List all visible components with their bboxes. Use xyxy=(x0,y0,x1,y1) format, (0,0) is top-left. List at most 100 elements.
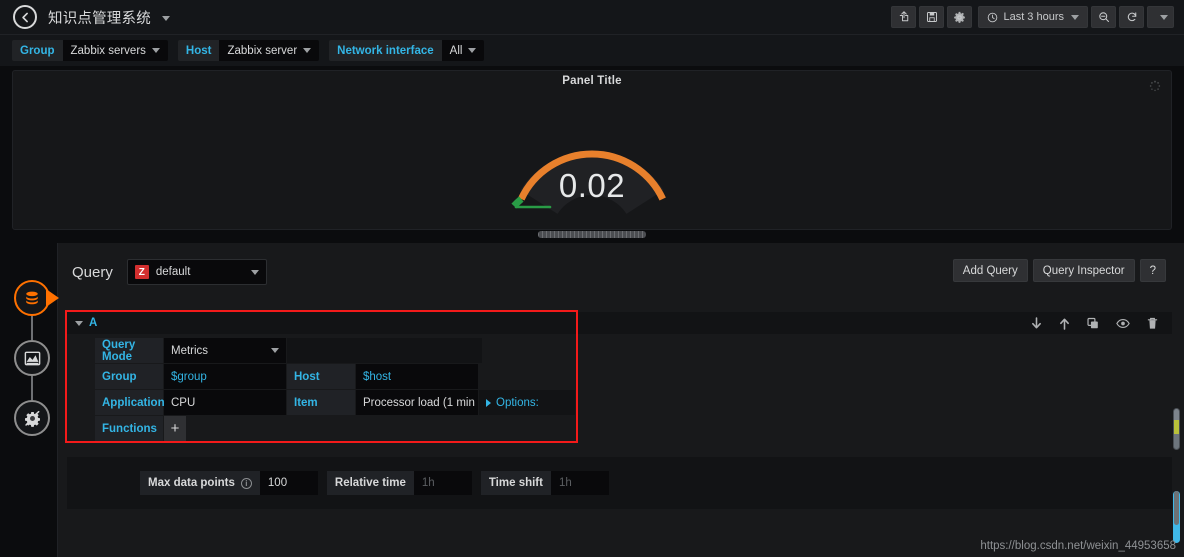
queries-tab[interactable] xyxy=(14,280,59,316)
dashboard-settings-button[interactable] xyxy=(947,6,973,28)
general-tab[interactable] xyxy=(14,400,50,436)
variable-group: Group Zabbix servers xyxy=(12,40,168,61)
move-query-down-button[interactable] xyxy=(1031,316,1042,330)
arrow-left-circle-icon xyxy=(21,12,28,22)
variable-picker-group[interactable]: Zabbix servers xyxy=(62,40,168,61)
gear-cog-icon xyxy=(24,410,40,427)
variable-picker-host[interactable]: Zabbix server xyxy=(219,40,320,61)
time-shift-input[interactable]: 1h xyxy=(550,471,609,495)
panel-resize-handle[interactable] xyxy=(538,231,646,238)
visualization-tab[interactable] xyxy=(14,340,50,376)
query-options-fields: Max data points i 100 Relative time 1h T… xyxy=(140,471,609,495)
chevron-down-icon[interactable] xyxy=(75,320,83,326)
query-mode-row-filler xyxy=(287,338,482,363)
refresh-interval-dropdown[interactable] xyxy=(1147,6,1174,28)
variable-host: Host Zabbix server xyxy=(177,40,320,61)
relative-time-label: Relative time xyxy=(326,471,414,495)
info-icon[interactable]: i xyxy=(240,477,252,489)
refresh-dashboard-button[interactable] xyxy=(1119,6,1144,28)
chevron-down-icon xyxy=(271,348,279,353)
max-data-points-input[interactable]: 100 xyxy=(259,471,318,495)
scrollbar-thumb-upper[interactable] xyxy=(1173,408,1180,450)
gauge-svg xyxy=(511,150,666,215)
time-shift-label: Time shift xyxy=(480,471,551,495)
arrow-up-icon xyxy=(1060,318,1069,330)
query-ref-id: A xyxy=(89,317,98,329)
host-label: Host xyxy=(287,364,355,389)
remove-query-button[interactable] xyxy=(1147,317,1158,330)
chevron-down-icon xyxy=(1071,14,1079,20)
add-function-button[interactable]: + xyxy=(164,416,186,441)
time-range-label: Last 3 hours xyxy=(1003,11,1064,23)
eye-icon xyxy=(1116,318,1130,328)
query-help-button[interactable]: ? xyxy=(1139,259,1166,282)
panel-title[interactable]: Panel Title xyxy=(13,71,1171,87)
variable-value-network-interface: All xyxy=(449,44,463,57)
share-icon xyxy=(899,11,909,22)
query-options-bar: Max data points i 100 Relative time 1h T… xyxy=(67,457,1172,509)
datasource-picker[interactable]: Z default xyxy=(126,259,267,285)
variable-label-network-interface: Network interface xyxy=(329,40,442,61)
chevron-down-icon xyxy=(162,15,171,21)
group-label: Group xyxy=(95,364,163,389)
back-button[interactable] xyxy=(13,5,37,29)
dashboard-title[interactable]: 知识点管理系统 xyxy=(48,7,171,28)
gauge-value: 0.02 xyxy=(558,167,626,204)
variable-picker-network-interface[interactable]: All xyxy=(441,40,485,61)
zoom-out-time-button[interactable] xyxy=(1091,6,1116,28)
tab-connector xyxy=(31,316,33,340)
item-input[interactable]: Processor load (1 min a... xyxy=(356,390,478,415)
functions-row: Functions + xyxy=(95,416,576,441)
refresh-icon xyxy=(1127,12,1136,22)
variable-value-group: Zabbix servers xyxy=(70,44,146,57)
query-options-label: Options: xyxy=(496,396,539,409)
panel-editor: Query Z default Add Query Query Inspecto… xyxy=(57,243,1184,557)
chevron-down-icon xyxy=(151,48,160,53)
query-editor-form: Query Mode Metrics Group $group Host $ho… xyxy=(95,338,576,442)
toggle-query-visibility-button[interactable] xyxy=(1116,318,1130,329)
group-input[interactable]: $group xyxy=(164,364,286,389)
time-shift-group: Time shift 1h xyxy=(480,471,609,495)
chevron-down-icon xyxy=(1160,14,1168,20)
gear-icon xyxy=(954,11,966,23)
host-input[interactable]: $host xyxy=(356,364,478,389)
share-dashboard-button[interactable] xyxy=(891,6,917,28)
query-header-actions: Add Query Query Inspector ? xyxy=(952,259,1166,282)
query-row-actions xyxy=(1031,312,1158,334)
time-controls: Last 3 hours xyxy=(978,6,1174,28)
topnav-actions: Last 3 hours xyxy=(891,6,1174,28)
save-dashboard-button[interactable] xyxy=(919,6,945,28)
zabbix-datasource-logo-icon: Z xyxy=(134,265,149,279)
move-query-up-button[interactable] xyxy=(1059,317,1070,330)
max-data-points-label-wrap: Max data points i xyxy=(140,471,260,495)
clock-icon xyxy=(988,12,998,22)
search-minus-icon xyxy=(1098,12,1109,23)
variable-network-interface: Network interface All xyxy=(329,40,485,61)
relative-time-group: Relative time 1h xyxy=(326,471,472,495)
application-input[interactable]: CPU xyxy=(164,390,286,415)
application-item-row: Application CPU Item Processor load (1 m… xyxy=(95,390,576,415)
time-range-picker[interactable]: Last 3 hours xyxy=(978,6,1088,28)
variable-label-group: Group xyxy=(12,40,63,61)
dashboard-action-buttons xyxy=(891,6,973,28)
chevron-down-icon xyxy=(250,269,259,275)
query-row-header-a[interactable]: A xyxy=(67,312,1172,334)
add-query-button[interactable]: Add Query xyxy=(952,259,1028,282)
scrollbar-thumb-lower[interactable] xyxy=(1173,491,1180,543)
item-label: Item xyxy=(287,390,355,415)
database-icon xyxy=(26,291,38,305)
query-options-toggle[interactable]: Options: xyxy=(479,390,575,415)
query-mode-select[interactable]: Metrics xyxy=(164,338,286,363)
save-floppy-icon xyxy=(926,12,937,22)
tab-connector xyxy=(31,376,33,400)
dashboard-title-text: 知识点管理系统 xyxy=(48,10,151,27)
copy-icon xyxy=(1087,317,1098,328)
watermark-url: https://blog.csdn.net/weixin_44953658 xyxy=(980,540,1176,552)
duplicate-query-button[interactable] xyxy=(1087,317,1099,330)
chevron-down-icon xyxy=(303,48,312,53)
query-inspector-button[interactable]: Query Inspector xyxy=(1032,259,1135,282)
template-variable-bar: Group Zabbix servers Host Zabbix server … xyxy=(0,35,1184,66)
datasource-name: default xyxy=(155,266,191,278)
query-mode-value: Metrics xyxy=(171,344,209,357)
relative-time-input[interactable]: 1h xyxy=(413,471,472,495)
